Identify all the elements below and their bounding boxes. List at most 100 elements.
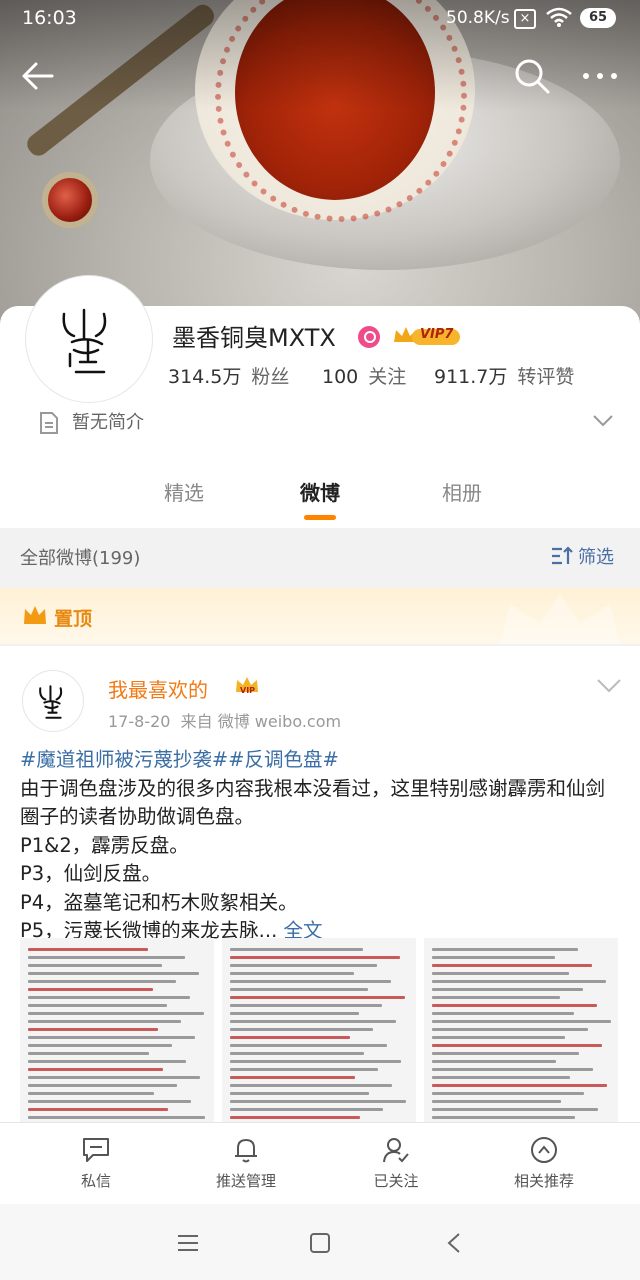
image-text-line <box>230 996 405 999</box>
image-text-line <box>432 1108 598 1111</box>
image-text-line <box>28 1012 204 1015</box>
image-text-line <box>230 988 368 991</box>
image-text-line <box>230 964 377 967</box>
followers-label: 粉丝 <box>251 366 290 388</box>
post-image-1[interactable] <box>20 938 214 1122</box>
post-image-2[interactable] <box>222 938 416 1122</box>
pinned-watermark-crown-icon <box>500 594 620 644</box>
search-icon <box>515 59 550 94</box>
image-text-line <box>28 1116 205 1119</box>
followed-button[interactable]: 已关注 <box>346 1136 446 1191</box>
profile-intro: 暂无简介 <box>72 412 144 433</box>
post-line: P1&2，霹雳反盘。 <box>20 833 189 857</box>
image-text-line <box>432 988 583 991</box>
avatar-drawing <box>39 685 63 719</box>
image-text-line <box>28 1084 177 1087</box>
image-text-line <box>432 972 569 975</box>
image-text-line <box>432 980 606 983</box>
post-hashtags[interactable]: #魔道祖师被污蔑抄袭##反调色盘# <box>20 746 624 775</box>
image-text-line <box>230 948 363 951</box>
image-text-line <box>230 1028 373 1031</box>
image-text-line <box>28 1036 195 1039</box>
system-nav-bar <box>0 1204 640 1280</box>
image-text-line <box>28 948 148 951</box>
filter-button[interactable]: 筛选 <box>550 543 614 569</box>
image-text-line <box>28 988 153 991</box>
recommend-button[interactable]: 相关推荐 <box>494 1136 594 1191</box>
tab-featured[interactable]: 精选 <box>144 477 224 506</box>
vip-badge[interactable]: VIP7 <box>392 324 462 348</box>
image-text-line <box>28 1060 186 1063</box>
image-text-line <box>230 1076 355 1079</box>
image-text-line <box>28 1028 158 1031</box>
filter-icon <box>552 546 573 565</box>
reposts-stat[interactable]: 911.7万 转评赞 <box>434 362 574 389</box>
image-text-line <box>432 964 592 967</box>
image-text-line <box>230 1100 406 1103</box>
red-bead-shape <box>42 172 98 228</box>
image-text-line <box>28 964 162 967</box>
image-text-line <box>28 1076 200 1079</box>
image-text-line <box>230 1084 392 1087</box>
post-line: P3，仙剑反盘。 <box>20 862 162 885</box>
post-date: 17-8-20 <box>108 712 171 731</box>
back-button[interactable] <box>18 56 58 96</box>
image-text-line <box>432 948 578 951</box>
image-text-line <box>230 972 354 975</box>
back-arrow-icon <box>22 62 54 90</box>
pinned-label: 置顶 <box>54 608 93 630</box>
sim-off-icon: × <box>514 9 536 29</box>
image-text-line <box>230 1012 359 1015</box>
chevron-down-icon[interactable] <box>592 414 614 428</box>
post-vip-badge: VIP <box>234 676 260 700</box>
image-text-line <box>28 1052 149 1055</box>
tab-album[interactable]: 相册 <box>422 477 502 506</box>
following-stat[interactable]: 100 关注 <box>322 362 406 389</box>
post-source: 来自 微博 weibo.com <box>180 712 342 731</box>
post-image-3[interactable] <box>424 938 618 1122</box>
image-text-line <box>230 1108 383 1111</box>
home-icon[interactable] <box>309 1232 331 1254</box>
tab-weibo[interactable]: 微博 <box>280 477 360 506</box>
post-vip-text: VIP <box>240 686 256 695</box>
status-time: 16:03 <box>22 7 77 29</box>
reposts-count: 911.7万 <box>434 366 508 388</box>
profile-avatar[interactable] <box>26 276 152 402</box>
chevron-down-icon[interactable] <box>596 678 622 694</box>
image-text-line <box>432 1092 584 1095</box>
followers-stat[interactable]: 314.5万 粉丝 <box>168 362 289 389</box>
avatar-drawing <box>62 308 107 374</box>
menu-icon[interactable] <box>176 1233 200 1253</box>
post-line: 由于调色盘涉及的很多内容我根本没看过，这里特别感谢霹雳和仙剑圈子的读者协助做调色… <box>20 776 606 829</box>
image-text-line <box>432 1052 579 1055</box>
active-tab-indicator <box>304 515 336 520</box>
post-author-avatar[interactable] <box>22 670 84 732</box>
more-icon <box>583 73 617 79</box>
message-label: 私信 <box>80 1172 111 1190</box>
crown-icon <box>24 606 46 624</box>
image-text-line <box>432 1036 565 1039</box>
network-speed: 50.8K/s <box>446 8 510 28</box>
more-button[interactable] <box>580 56 620 96</box>
profile-name: 墨香铜臭MXTX <box>172 324 336 352</box>
message-icon <box>83 1138 109 1162</box>
following-count: 100 <box>322 366 359 388</box>
image-text-line <box>432 1028 588 1031</box>
image-text-line <box>28 980 176 983</box>
recommend-icon <box>531 1137 557 1163</box>
image-text-line <box>230 1044 387 1047</box>
reposts-label: 转评赞 <box>517 366 575 388</box>
image-text-line <box>230 980 391 983</box>
message-button[interactable]: 私信 <box>46 1136 146 1191</box>
search-button[interactable] <box>512 56 552 96</box>
push-settings-button[interactable]: 推送管理 <box>196 1136 296 1191</box>
back-icon[interactable] <box>446 1232 462 1254</box>
image-text-line <box>230 1060 401 1063</box>
image-text-line <box>28 972 199 975</box>
image-text-line <box>432 996 560 999</box>
doc-icon <box>40 412 58 434</box>
image-text-line <box>432 1044 602 1047</box>
post-author-name[interactable]: 我最喜欢的 <box>108 674 208 703</box>
push-settings-label: 推送管理 <box>215 1172 276 1190</box>
verified-badge-icon[interactable] <box>358 326 380 348</box>
